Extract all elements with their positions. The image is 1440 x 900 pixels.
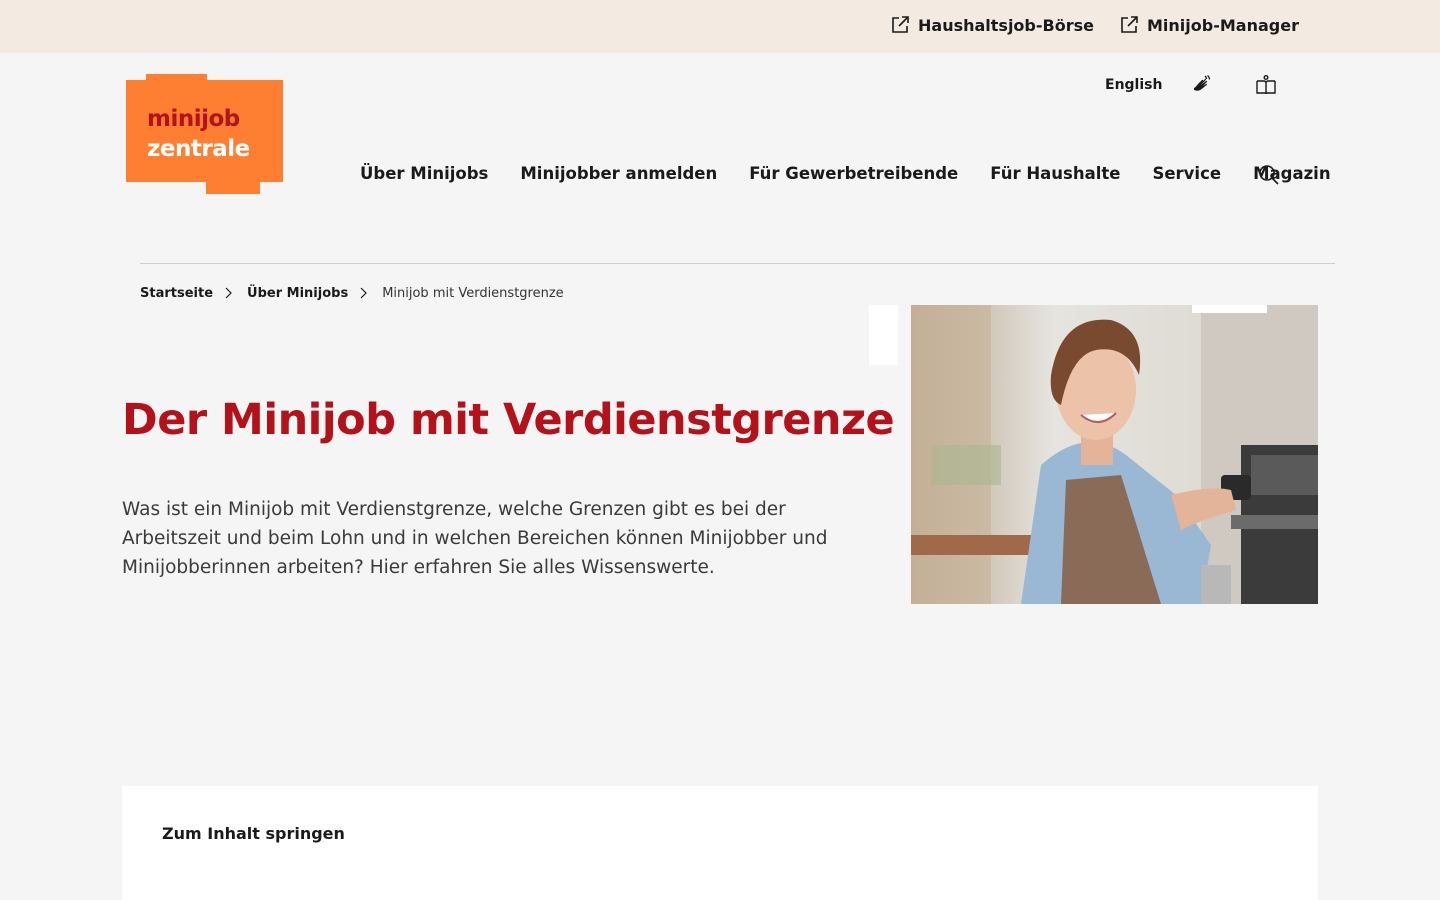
nav-service[interactable]: Service	[1152, 164, 1221, 183]
breadcrumb: Startseite Über Minijobs Minijob mit Ver…	[140, 284, 564, 302]
breadcrumb-startseite[interactable]: Startseite	[140, 286, 213, 301]
nav-fuer-gewerbetreibende[interactable]: Für Gewerbetreibende	[749, 164, 958, 183]
sign-language-link[interactable]	[1190, 72, 1212, 98]
logo-line-1: minijob	[147, 106, 240, 132]
hero-decoration	[1192, 305, 1267, 313]
page-intro: Was ist ein Minijob mit Verdienstgrenze,…	[122, 499, 828, 578]
hero-decoration	[869, 305, 898, 365]
top-service-bar: Haushaltsjob-Börse Minijob-Manager	[0, 0, 1440, 53]
breadcrumb-current: Minijob mit Verdienstgrenze	[382, 285, 564, 301]
external-link-icon	[892, 16, 909, 33]
external-link-icon	[1121, 16, 1138, 33]
main-navigation: Über Minijobs Minijobber anmelden Für Ge…	[360, 160, 1363, 186]
language-switch-english[interactable]: English	[1105, 72, 1162, 98]
nav-ueber-minijobs[interactable]: Über Minijobs	[360, 164, 488, 183]
chevron-right-icon	[225, 287, 232, 299]
breadcrumb-ueber-minijobs[interactable]: Über Minijobs	[247, 286, 348, 301]
logo-wordmark: minijob zentrale	[147, 104, 250, 164]
nav-minijobber-anmelden[interactable]: Minijobber anmelden	[520, 164, 717, 183]
minijob-manager-label: Minijob-Manager	[1147, 15, 1299, 35]
logo-line-2: zentrale	[147, 136, 250, 162]
search-button[interactable]	[1258, 164, 1280, 186]
minijob-zentrale-logo[interactable]: minijob zentrale	[126, 74, 283, 194]
haushaltsjob-boerse-label: Haushaltsjob-Börse	[918, 15, 1094, 35]
minijob-manager-link[interactable]: Minijob-Manager	[1119, 13, 1299, 37]
hero-image	[911, 305, 1318, 604]
content-card: Zum Inhalt springen	[122, 786, 1318, 900]
search-icon	[1259, 165, 1279, 185]
easy-language-book-icon	[1256, 75, 1276, 95]
skip-to-content-link[interactable]: Zum Inhalt springen	[162, 824, 345, 843]
haushaltsjob-boerse-link[interactable]: Haushaltsjob-Börse	[890, 13, 1094, 37]
nav-fuer-haushalte[interactable]: Für Haushalte	[990, 164, 1120, 183]
chevron-right-icon	[360, 287, 368, 299]
sign-language-icon	[1194, 74, 1211, 91]
page-title: Der Minijob mit Verdienstgrenze	[122, 395, 895, 445]
easy-language-link[interactable]	[1255, 72, 1277, 98]
header-divider	[140, 263, 1335, 264]
